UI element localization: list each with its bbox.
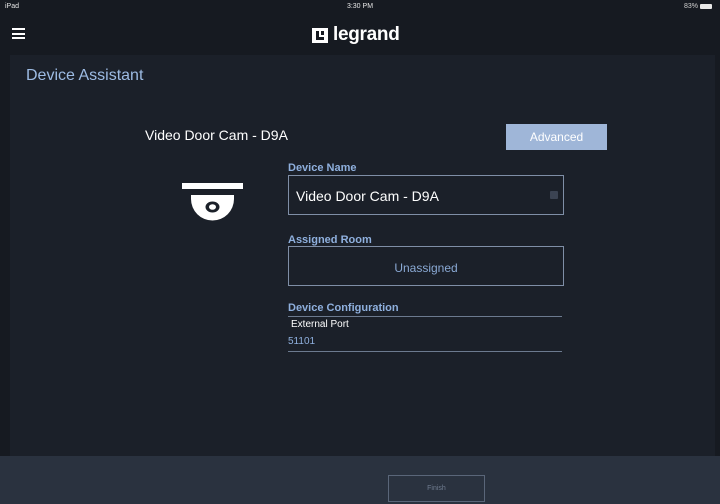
device-assistant-panel: Device Assistant Video Door Cam - D9A Ad… xyxy=(10,55,715,456)
device-name-label: Device Name xyxy=(288,162,357,174)
assigned-room-value: Unassigned xyxy=(394,261,458,275)
status-time: 3:30 PM xyxy=(346,3,374,10)
device-name-input[interactable]: Video Door Cam - D9A xyxy=(288,175,564,215)
divider xyxy=(288,351,562,352)
status-bar: iPad 3:30 PM 83% xyxy=(0,0,720,16)
logo-text: legrand xyxy=(333,24,400,45)
device-name-value: Video Door Cam - D9A xyxy=(296,188,439,204)
clear-input-icon[interactable] xyxy=(550,191,558,199)
footer-bar: Finish xyxy=(0,456,720,504)
assigned-room-label: Assigned Room xyxy=(288,234,372,246)
divider xyxy=(288,316,562,317)
page-title: Device Assistant xyxy=(26,67,144,84)
device-configuration-label: Device Configuration xyxy=(288,302,399,314)
legrand-logo-mark xyxy=(312,27,328,43)
assigned-room-select[interactable]: Unassigned xyxy=(288,246,564,286)
app-screen: iPad 3:30 PM 83% legrand Device Assistan… xyxy=(0,0,720,504)
advanced-button[interactable]: Advanced xyxy=(506,124,607,150)
external-port-value[interactable]: 51101 xyxy=(288,336,315,347)
dome-camera-icon xyxy=(182,183,243,221)
battery-icon xyxy=(700,4,712,9)
external-port-label: External Port xyxy=(291,319,349,330)
legrand-logo: legrand xyxy=(312,23,400,47)
device-label: Video Door Cam - D9A xyxy=(145,127,288,143)
hamburger-menu-icon[interactable] xyxy=(12,28,25,39)
finish-button[interactable]: Finish xyxy=(388,475,485,502)
battery-percent: 83% xyxy=(683,3,698,10)
